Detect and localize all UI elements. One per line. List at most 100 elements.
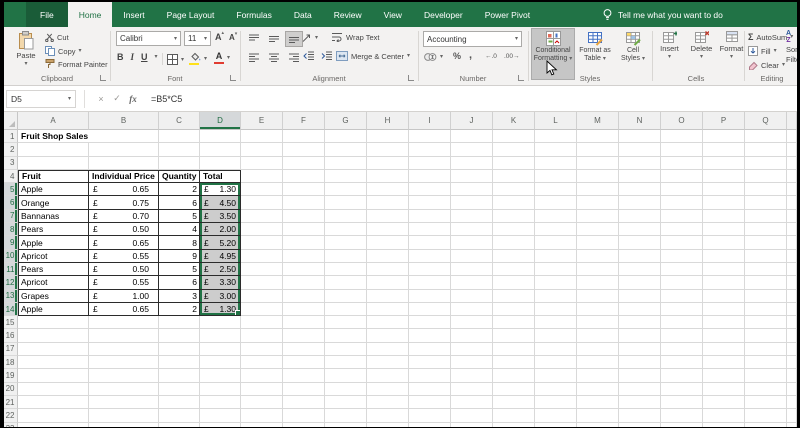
cell-H5[interactable] [367,183,409,196]
comma-style-button[interactable]: , [469,49,472,61]
cell-E19[interactable] [241,369,283,382]
cell-F5[interactable] [283,183,325,196]
cell-F7[interactable] [283,210,325,223]
cell-L4[interactable] [535,170,577,183]
cell-I6[interactable] [409,196,451,209]
column-header-H[interactable]: H [367,112,409,130]
cell-C18[interactable] [159,356,200,369]
cell-H11[interactable] [367,263,409,276]
cell-P5[interactable] [703,183,745,196]
cell-G9[interactable] [325,236,367,249]
orientation-button[interactable]: ▾ [301,32,318,43]
cell-M19[interactable] [577,369,619,382]
cell-F12[interactable] [283,276,325,289]
cell-x21[interactable] [787,396,797,409]
cell-A21[interactable] [18,396,89,409]
cell-J9[interactable] [451,236,493,249]
cell-H17[interactable] [367,343,409,356]
cell-P15[interactable] [703,316,745,329]
cell-E3[interactable] [241,157,283,170]
cell-K19[interactable] [493,369,535,382]
cell-N14[interactable] [619,303,661,316]
cell-O11[interactable] [661,263,703,276]
cell-H1[interactable] [367,130,409,143]
cell-O3[interactable] [661,157,703,170]
cell-B18[interactable] [89,356,159,369]
cell-O4[interactable] [661,170,703,183]
cell-I10[interactable] [409,250,451,263]
cell-D15[interactable] [200,316,241,329]
cell-J21[interactable] [451,396,493,409]
cell-E9[interactable] [241,236,283,249]
cell-K18[interactable] [493,356,535,369]
row-header-19[interactable]: 19 [4,369,18,382]
cell-F1[interactable] [283,130,325,143]
cell-J7[interactable] [451,210,493,223]
cell-N18[interactable] [619,356,661,369]
cell-A14[interactable]: Apple [18,303,89,316]
cell-M5[interactable] [577,183,619,196]
cell-G22[interactable] [325,409,367,422]
cell-x17[interactable] [787,343,797,356]
cell-A5[interactable]: Apple [18,183,89,196]
cell-Q4[interactable] [745,170,787,183]
cell-L15[interactable] [535,316,577,329]
tab-data[interactable]: Data [283,2,323,27]
cell-F20[interactable] [283,383,325,396]
cell-x22[interactable] [787,409,797,422]
cell-J15[interactable] [451,316,493,329]
cell-x20[interactable] [787,383,797,396]
cell-L21[interactable] [535,396,577,409]
cell-H23[interactable] [367,423,409,427]
cell-F2[interactable] [283,143,325,156]
cell-P14[interactable] [703,303,745,316]
cell-F15[interactable] [283,316,325,329]
cell-x12[interactable] [787,276,797,289]
cell-H22[interactable] [367,409,409,422]
cell-A1[interactable]: Fruit Shop Sales [18,130,89,143]
font-color-button[interactable]: A ▾ [214,52,230,64]
cell-M22[interactable] [577,409,619,422]
cell-H14[interactable] [367,303,409,316]
formula-input[interactable]: =B5*C5 [141,94,797,104]
cell-A19[interactable] [18,369,89,382]
cell-P19[interactable] [703,369,745,382]
select-all-corner[interactable] [4,112,18,130]
cell-N1[interactable] [619,130,661,143]
cell-B8[interactable]: £0.50 [89,223,159,236]
increase-decimal-button[interactable]: ←.0 [485,53,497,60]
column-header-partial[interactable] [787,112,797,130]
enter-button[interactable]: ✓ [109,93,125,104]
column-header-B[interactable]: B [89,112,159,130]
merge-center-button[interactable]: Merge & Center ▾ [336,51,410,61]
cell-B16[interactable] [89,329,159,342]
cell-C11[interactable]: 5 [159,263,200,276]
cell-G15[interactable] [325,316,367,329]
cell-B7[interactable]: £0.70 [89,210,159,223]
cell-K21[interactable] [493,396,535,409]
cell-E15[interactable] [241,316,283,329]
cell-F21[interactable] [283,396,325,409]
delete-cells-button[interactable]: Delete ▾ [688,30,715,60]
font-name-select[interactable]: Calibri▾ [116,31,181,46]
cell-N9[interactable] [619,236,661,249]
cell-Q20[interactable] [745,383,787,396]
cell-N13[interactable] [619,290,661,303]
cell-x13[interactable] [787,290,797,303]
cell-P9[interactable] [703,236,745,249]
cell-K13[interactable] [493,290,535,303]
cell-B13[interactable]: £1.00 [89,290,159,303]
cell-E7[interactable] [241,210,283,223]
column-header-I[interactable]: I [409,112,451,130]
alignment-dialog-launcher[interactable] [408,75,414,81]
cell-J14[interactable] [451,303,493,316]
cell-M11[interactable] [577,263,619,276]
cell-H10[interactable] [367,250,409,263]
cell-F22[interactable] [283,409,325,422]
cell-J2[interactable] [451,143,493,156]
cell-K2[interactable] [493,143,535,156]
cell-D2[interactable] [200,143,241,156]
cell-O12[interactable] [661,276,703,289]
row-header-3[interactable]: 3 [4,157,18,170]
cell-I2[interactable] [409,143,451,156]
